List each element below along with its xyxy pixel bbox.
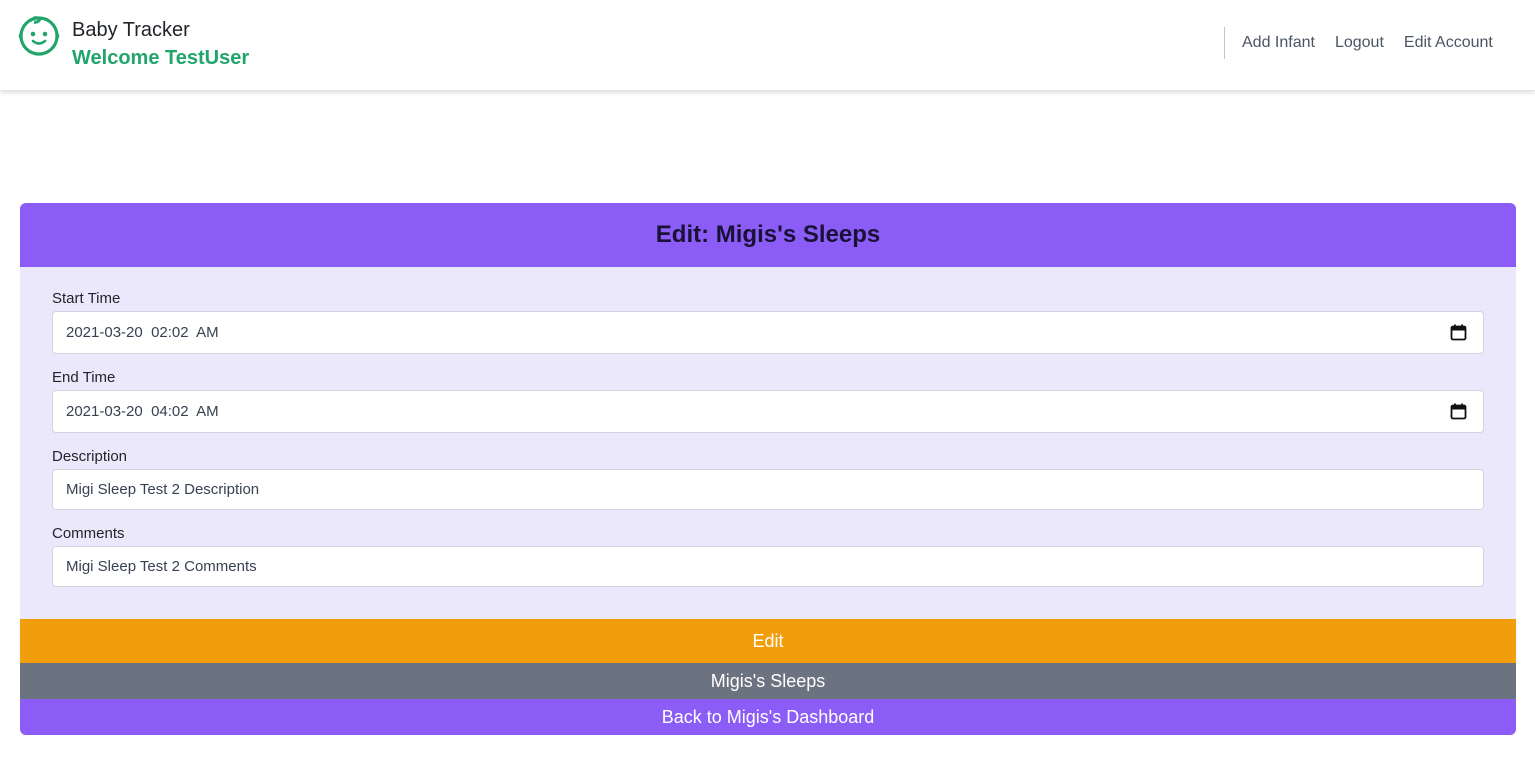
end-time-value: 2021-03-20 04:02 AM — [66, 403, 219, 420]
nav-logout-link[interactable]: Logout — [1335, 33, 1384, 53]
end-time-input[interactable]: 2021-03-20 04:02 AM — [52, 390, 1484, 433]
start-time-input[interactable]: 2021-03-20 02:02 AM — [52, 311, 1484, 354]
brand[interactable]: Baby Tracker Welcome TestUser — [18, 14, 249, 71]
top-navbar: Baby Tracker Welcome TestUser Add Infant… — [0, 0, 1535, 91]
nav-links: Add Infant Logout Edit Account — [1242, 33, 1493, 53]
comments-input[interactable]: Migi Sleep Test 2 Comments — [52, 546, 1484, 587]
comments-value: Migi Sleep Test 2 Comments — [66, 558, 257, 575]
nav-add-infant-link[interactable]: Add Infant — [1242, 33, 1315, 53]
end-time-field: End Time 2021-03-20 04:02 AM — [52, 368, 1484, 433]
edit-sleep-form: Start Time 2021-03-20 02:02 AM End Time … — [20, 267, 1516, 619]
description-value: Migi Sleep Test 2 Description — [66, 481, 260, 498]
nav-divider — [1224, 27, 1225, 59]
start-time-label: Start Time — [52, 290, 121, 307]
card-title: Edit: Migis's Sleeps — [655, 221, 881, 248]
description-label: Description — [52, 448, 128, 465]
edit-sleep-card: Edit: Migis's Sleeps Start Time 2021-03-… — [20, 203, 1516, 735]
sleeps-list-button[interactable]: Migis's Sleeps — [20, 663, 1516, 699]
description-input[interactable]: Migi Sleep Test 2 Description — [52, 469, 1484, 510]
welcome-message: Welcome TestUser — [72, 47, 250, 69]
app-title: Baby Tracker — [72, 19, 190, 41]
end-time-label: End Time — [52, 369, 116, 386]
start-time-value: 2021-03-20 02:02 AM — [66, 324, 219, 341]
calendar-icon[interactable] — [1450, 324, 1467, 341]
back-to-dashboard-button[interactable]: Back to Migis's Dashboard — [20, 699, 1516, 735]
calendar-icon[interactable] — [1450, 403, 1467, 420]
comments-label: Comments — [52, 525, 125, 542]
description-field: Description Migi Sleep Test 2 Descriptio… — [52, 447, 1484, 510]
comments-field: Comments Migi Sleep Test 2 Comments — [52, 524, 1484, 587]
nav-edit-account-link[interactable]: Edit Account — [1404, 33, 1493, 53]
edit-button[interactable]: Edit — [20, 619, 1516, 663]
baby-face-icon — [18, 16, 60, 56]
card-header: Edit: Migis's Sleeps — [20, 203, 1516, 267]
start-time-field: Start Time 2021-03-20 02:02 AM — [52, 289, 1484, 354]
